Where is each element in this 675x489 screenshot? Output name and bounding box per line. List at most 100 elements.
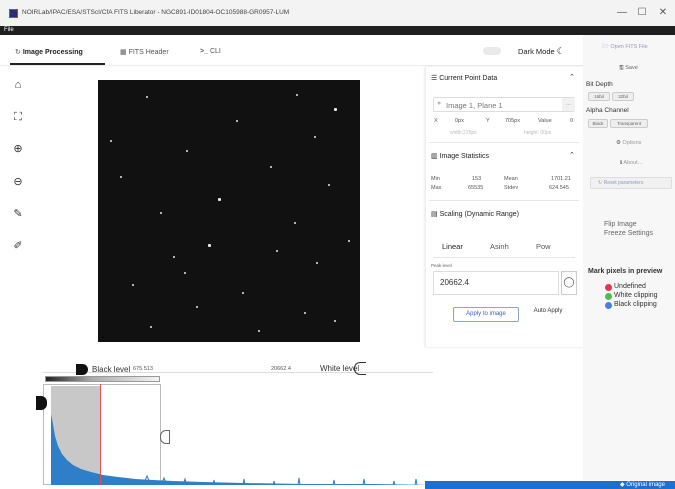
plane-label: Image 1, Plane 1 (446, 101, 503, 110)
chart-icon: ▥ (431, 153, 438, 160)
open-file-button[interactable]: 🗁 Open FITS File (602, 43, 648, 52)
mark-pixels-title: Mark pixels in preview (588, 268, 663, 275)
divider (429, 142, 579, 143)
app-icon (9, 9, 18, 18)
plane-more-button[interactable]: ... (562, 98, 575, 111)
alpha-transparent[interactable]: Transparent (610, 119, 648, 128)
alpha-channel-label: Alpha Channel (586, 107, 629, 114)
moon-icon: ☾ (556, 46, 565, 56)
black-level-label: Black level (92, 365, 131, 374)
white-clipping-dot (605, 293, 612, 300)
value-label: Value (538, 118, 552, 124)
min-label: Min (431, 176, 440, 182)
y-value: 705px (505, 118, 520, 124)
x-value: 0px (455, 118, 464, 124)
dark-mode-label[interactable]: Dark Mode ☾ (518, 46, 565, 57)
max-value: 65535 (468, 185, 484, 191)
white-level-input[interactable]: 20662.4 (271, 366, 291, 372)
black-level-marker (100, 384, 101, 485)
min-value: 153 (472, 176, 482, 182)
tab-label: CLI (209, 48, 221, 55)
diamond-icon: ◆ (620, 482, 625, 488)
info-icon: ℹ (620, 160, 623, 166)
about-button[interactable]: ℹ About... (620, 160, 642, 166)
zoom-in-icon[interactable]: ⊕ (11, 142, 25, 156)
options-button[interactable]: ⚙ Options (616, 140, 641, 146)
image-preview[interactable] (98, 80, 360, 342)
black-clipping-dot (605, 302, 612, 309)
scale-tab-pow[interactable]: Pow (536, 242, 551, 251)
fit-screen-icon[interactable]: ⛶ (11, 110, 25, 124)
tab-fits-header[interactable]: ▦ FITS Header (120, 48, 169, 56)
auto-apply-toggle[interactable]: Auto Apply (531, 308, 565, 315)
save-icon: 🖫 (619, 65, 624, 71)
y-label: Y (486, 118, 490, 124)
reset-parameters-label: ↻ Reset parameters (598, 180, 644, 186)
close-button[interactable]: ✕ (655, 6, 671, 20)
mean-label: Mean (504, 176, 518, 182)
width-readout: width:225px (450, 130, 477, 136)
scaling-header[interactable]: ▤ Scaling (Dynamic Range) (431, 210, 519, 218)
stdev-label: Stdev (504, 185, 519, 191)
menu-file[interactable]: File (4, 27, 14, 33)
value-value: 0 (570, 118, 574, 124)
flip-image-toggle[interactable]: Flip Image (604, 221, 637, 228)
bit-depth-32[interactable]: 32bit (612, 92, 634, 101)
white-picker-icon[interactable]: ✐ (11, 239, 25, 253)
collapse-icon[interactable]: ⌃ (569, 73, 575, 81)
tab-label: FITS Header (128, 49, 169, 56)
tab-label: Image Processing (22, 49, 83, 56)
reset-icon: ↻ (598, 180, 603, 186)
scale-tab-linear[interactable]: Linear (442, 242, 463, 251)
plane-dot-icon: ● (437, 100, 442, 107)
histogram-gradient-bar (45, 376, 160, 382)
tab-image-processing[interactable]: ↻ Image Processing (15, 48, 83, 56)
divider (429, 200, 579, 201)
home-icon[interactable]: ⌂ (11, 78, 25, 92)
collapse-icon[interactable]: ⌃ (569, 151, 575, 159)
gear-icon: ⚙ (616, 140, 621, 146)
menu-bar (0, 26, 675, 35)
white-level-handle[interactable] (160, 430, 170, 444)
window-title: NOIRLab/IPAC/ESA/STScI/CfA FITS Liberato… (22, 9, 290, 16)
histogram-plot[interactable] (43, 384, 433, 485)
grid-icon: ▤ (431, 211, 438, 218)
side-panel (583, 35, 675, 480)
scale-tab-asinh[interactable]: Asinh (490, 242, 509, 251)
folder-icon: 🗁 (602, 44, 609, 50)
white-level-icon (354, 362, 366, 375)
zoom-out-icon[interactable]: ⊖ (11, 175, 25, 189)
x-label: X (434, 118, 438, 124)
alpha-black[interactable]: Black (588, 119, 608, 128)
dark-mode-toggle[interactable] (483, 47, 501, 55)
minimize-button[interactable]: — (614, 6, 630, 20)
black-picker-icon[interactable]: ✎ (11, 207, 25, 221)
black-level-icon (76, 364, 88, 375)
stdev-value: 624.545 (549, 185, 569, 191)
maximize-button[interactable]: ☐ (634, 6, 650, 20)
save-button[interactable]: 🖫 Save (619, 64, 638, 73)
peak-picker-icon[interactable]: ◯ (561, 271, 577, 295)
peak-level-value: 20662.4 (440, 278, 469, 287)
active-tab-indicator (10, 63, 105, 65)
bit-depth-label: Bit Depth (586, 81, 613, 88)
black-level-input[interactable]: 675.513 (133, 366, 153, 372)
freeze-settings-toggle[interactable]: Freeze Settings (604, 230, 653, 237)
mark-black-clipping[interactable]: Black clipping (614, 301, 657, 308)
status-original-image[interactable]: ◆ Original image (620, 481, 665, 489)
image-statistics-header[interactable]: ▥ Image Statistics (431, 152, 489, 160)
list-icon: ☰ (431, 75, 438, 82)
tab-cli[interactable]: >_ CLI (200, 48, 221, 55)
mean-value: 1701.21 (551, 176, 571, 182)
terminal-icon: >_ (200, 48, 208, 55)
bit-depth-16[interactable]: 16bit (588, 92, 610, 101)
refresh-icon: ↻ (15, 49, 21, 56)
mark-white-clipping[interactable]: White clipping (614, 292, 658, 299)
black-level-handle[interactable] (36, 396, 47, 410)
height-readout: height: 00px (524, 130, 552, 136)
current-point-header[interactable]: ☰ Current Point Data (431, 74, 497, 82)
mark-undefined[interactable]: Undefined (614, 283, 646, 290)
undefined-dot (605, 284, 612, 291)
tab-bar (0, 35, 590, 66)
apply-to-image-button[interactable]: Apply to image (453, 307, 519, 322)
